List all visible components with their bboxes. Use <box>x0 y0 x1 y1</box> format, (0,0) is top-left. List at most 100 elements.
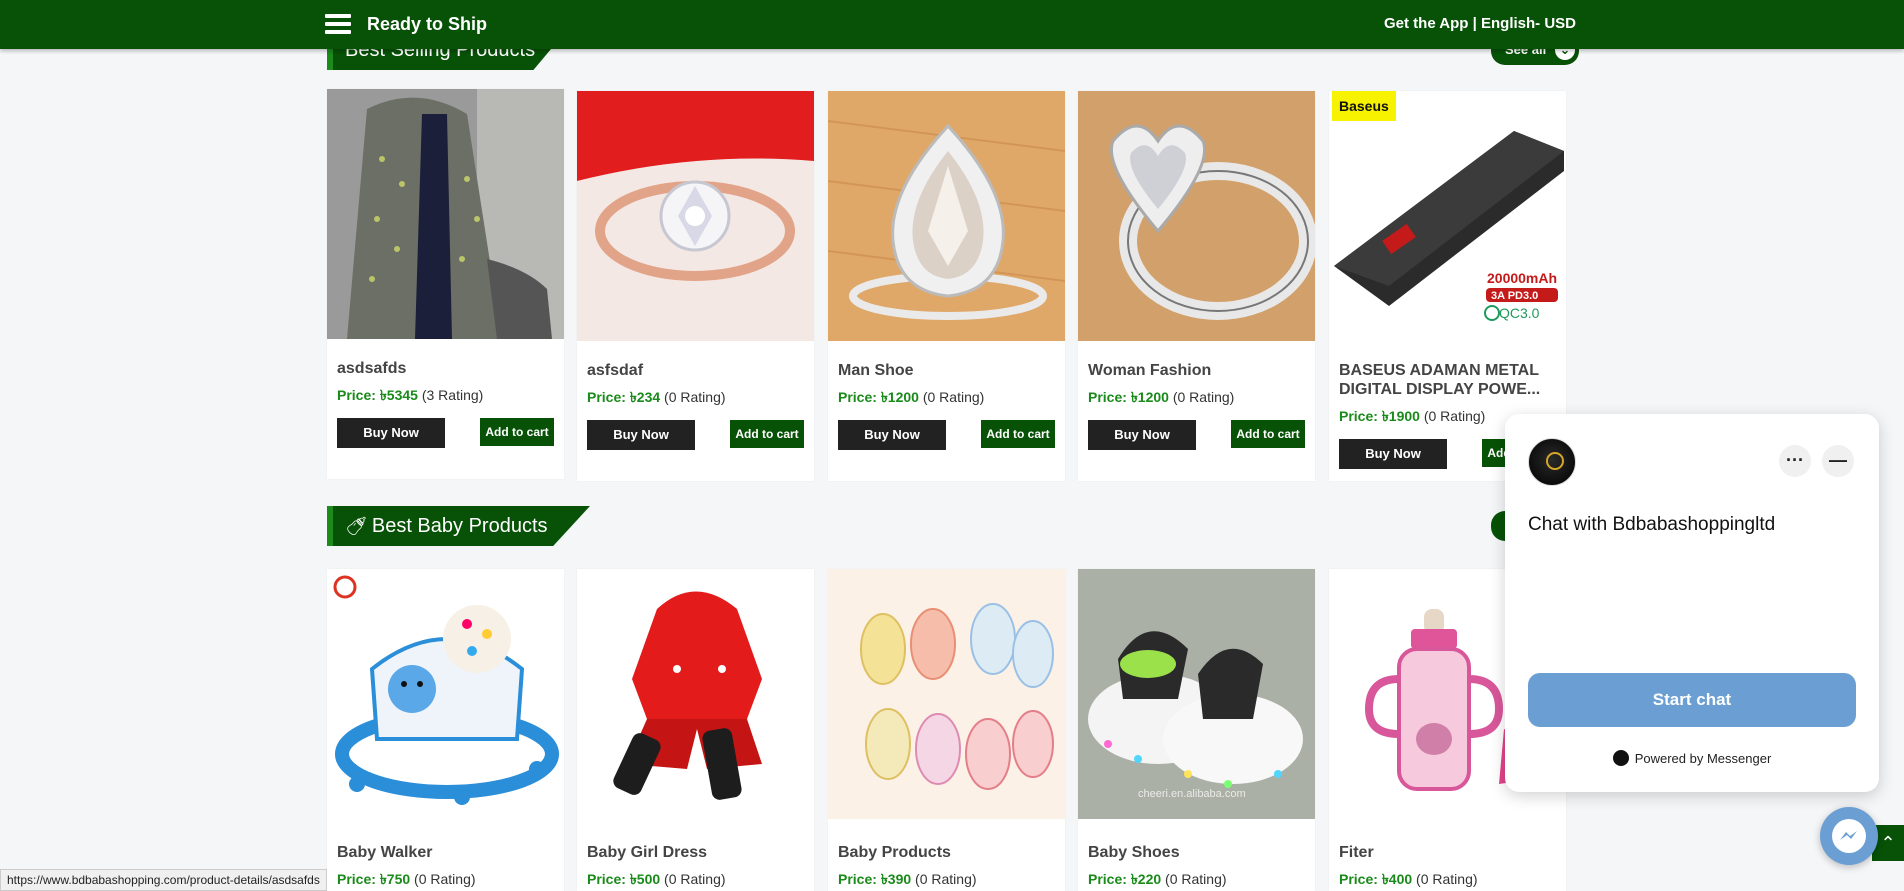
product-name[interactable]: Man Shoe <box>828 361 1065 380</box>
topbar-title: Ready to Ship <box>367 14 488 34</box>
product-name[interactable]: BASEUS ADAMAN METAL DIGITAL DISPLAY POWE… <box>1329 361 1566 399</box>
get-app-link[interactable]: Get the App <box>1384 15 1468 32</box>
price-label: Price: <box>838 871 877 887</box>
price-value: ৳400 <box>1381 871 1413 887</box>
rating-count: (0 Rating) <box>1416 871 1478 887</box>
price-label: Price: <box>337 871 376 887</box>
price-label: Price: <box>1339 408 1378 424</box>
price-label: Price: <box>337 387 376 403</box>
rating-count: (0 Rating) <box>664 871 726 887</box>
price-label: Price: <box>838 389 877 405</box>
product-image[interactable] <box>1078 91 1315 341</box>
price-label: Price: <box>1339 871 1378 887</box>
price-value: ৳1200 <box>880 389 919 405</box>
avatar <box>1528 438 1576 486</box>
product-card[interactable]: Baby Girl Dress Price: ৳500 (0 Rating) <box>577 569 814 891</box>
section-title: 🍼︎ Best Baby Products <box>327 506 590 546</box>
product-name[interactable]: asfsdaf <box>577 361 814 380</box>
price-line: Price: ৳750 (0 Rating) <box>327 868 564 891</box>
product-card[interactable]: Woman Fashion Price: ৳1200 (0 Rating) Bu… <box>1078 91 1315 481</box>
price-line: Price: ৳1200 (0 Rating) <box>1078 386 1315 410</box>
start-chat-button[interactable]: Start chat <box>1528 673 1856 727</box>
price-value: ৳220 <box>1130 871 1162 887</box>
rating-count: (3 Rating) <box>421 387 484 403</box>
price-value: ৳750 <box>379 871 411 887</box>
product-name[interactable]: Fiter <box>1329 843 1566 862</box>
rating-count: (0 Rating) <box>1423 408 1486 424</box>
section-title-text: Best Baby Products <box>371 515 548 537</box>
price-value: ৳1900 <box>1381 408 1420 424</box>
price-line: Price: ৳500 (0 Rating) <box>577 868 814 891</box>
browser-status-url: https://www.bdbabashopping.com/product-d… <box>0 869 327 891</box>
price-line: Price: ৳400 (0 Rating) <box>1329 868 1566 891</box>
product-card[interactable]: asfsdaf Price: ৳234 (0 Rating) Buy Now A… <box>577 91 814 481</box>
price-value: ৳234 <box>629 389 661 405</box>
product-image[interactable] <box>577 569 814 819</box>
price-line: Price: ৳390 (0 Rating) <box>828 868 1065 891</box>
product-image[interactable] <box>577 91 814 341</box>
product-image[interactable]: 20000mAh 3A PD3.0 QC3.0 Baseus <box>1329 91 1566 341</box>
product-card[interactable]: Man Shoe Price: ৳1200 (0 Rating) Buy Now… <box>828 91 1065 481</box>
messenger-fab-button[interactable] <box>1820 807 1878 865</box>
rating-count: (0 Rating) <box>414 871 476 887</box>
price-line: Price: ৳234 (0 Rating) <box>577 386 814 410</box>
product-name[interactable]: Baby Girl Dress <box>577 843 814 862</box>
capacity-label: 20000mAh <box>1487 270 1557 286</box>
powered-by: Powered by Messenger <box>1505 750 1879 766</box>
price-line: Price: ৳5345 (3 Rating) <box>327 384 564 408</box>
buy-now-button[interactable]: Buy Now <box>838 420 946 450</box>
buy-now-button[interactable]: Buy Now <box>337 418 445 448</box>
product-image[interactable] <box>327 569 564 819</box>
add-to-cart-button[interactable]: Add to cart <box>981 420 1055 448</box>
price-label: Price: <box>1088 389 1127 405</box>
hamburger-menu-icon[interactable] <box>325 14 351 34</box>
messenger-icon <box>1832 819 1866 853</box>
rating-count: (0 Rating) <box>922 389 985 405</box>
price-value: ৳5345 <box>379 387 418 403</box>
add-to-cart-button[interactable]: Add to cart <box>1231 420 1305 448</box>
image-watermark: cheeri.en.alibaba.com <box>1138 788 1246 800</box>
add-to-cart-button[interactable]: Add to cart <box>730 420 804 448</box>
product-card[interactable]: cheeri.en.alibaba.com Baby Shoes Price: … <box>1078 569 1315 891</box>
buy-now-button[interactable]: Buy Now <box>587 420 695 450</box>
product-image[interactable] <box>828 569 1065 819</box>
product-card[interactable]: Baby Products Price: ৳390 (0 Rating) <box>828 569 1065 891</box>
chat-title: Chat with Bdbabashoppingltd <box>1528 514 1776 535</box>
rating-count: (0 Rating) <box>1165 871 1227 887</box>
separator: | <box>1468 15 1481 32</box>
product-image[interactable]: cheeri.en.alibaba.com <box>1078 569 1315 819</box>
rating-count: (0 Rating) <box>664 389 726 405</box>
language-currency-selector[interactable]: English- USD <box>1481 15 1576 32</box>
topbar-right-links: Get the App | English- USD <box>1384 15 1576 32</box>
product-name[interactable]: Baby Products <box>828 843 1065 862</box>
messenger-icon <box>1612 750 1629 766</box>
rating-count: (0 Rating) <box>915 871 977 887</box>
more-options-icon[interactable]: ··· <box>1779 445 1811 477</box>
product-name[interactable]: asdsafds <box>327 359 564 378</box>
price-line: Price: ৳1200 (0 Rating) <box>828 386 1065 410</box>
baby-icon: 🍼︎ <box>345 516 368 536</box>
brand-badge: Baseus <box>1332 91 1396 121</box>
buy-now-button[interactable]: Buy Now <box>1339 439 1447 469</box>
powered-by-text: Powered by Messenger <box>1634 751 1772 766</box>
chevron-up-icon: ⌃ <box>1880 833 1896 853</box>
price-label: Price: <box>587 871 626 887</box>
product-name[interactable]: Baby Walker <box>327 843 564 862</box>
buy-now-button[interactable]: Buy Now <box>1088 420 1196 450</box>
minimize-icon[interactable]: — <box>1822 445 1854 477</box>
price-value: ৳500 <box>629 871 661 887</box>
price-label: Price: <box>587 389 626 405</box>
messenger-chat-widget: ··· — Chat with Bdbabashoppingltd Start … <box>1505 414 1879 792</box>
product-card[interactable]: Baby Walker Price: ৳750 (0 Rating) <box>327 569 564 891</box>
product-image[interactable] <box>327 89 564 339</box>
top-navbar: Ready to Ship Get the App | English- USD <box>0 0 1904 49</box>
price-value: ৳390 <box>880 871 912 887</box>
product-name[interactable]: Baby Shoes <box>1078 843 1315 862</box>
product-image[interactable] <box>828 91 1065 341</box>
product-name[interactable]: Woman Fashion <box>1078 361 1315 380</box>
price-value: ৳1200 <box>1130 389 1169 405</box>
product-card[interactable]: asdsafds Price: ৳5345 (3 Rating) Buy Now… <box>327 89 564 479</box>
price-line: Price: ৳220 (0 Rating) <box>1078 868 1315 891</box>
pd-label: 3A PD3.0 <box>1491 290 1538 302</box>
add-to-cart-button[interactable]: Add to cart <box>480 418 554 446</box>
